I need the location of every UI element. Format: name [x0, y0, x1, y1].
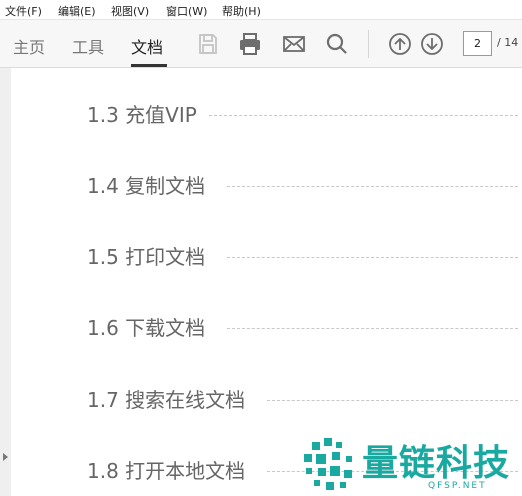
toc-entry[interactable]: 1.5 打印文档: [11, 242, 522, 272]
tab-document[interactable]: 文档: [131, 34, 163, 58]
tab-tools[interactable]: 工具: [72, 34, 104, 58]
active-tab-indicator: [131, 64, 167, 67]
toc-entry[interactable]: 1.6 下载文档: [11, 313, 522, 343]
page-up-icon[interactable]: [388, 32, 412, 56]
toc-entry-text: 1.8 打开本地文档: [87, 456, 250, 486]
toolbar-separator: [368, 30, 369, 58]
expand-panel-arrow-icon[interactable]: [3, 453, 8, 461]
toc-leader: [227, 186, 518, 187]
menu-window[interactable]: 窗口(W): [166, 3, 207, 19]
page-down-icon[interactable]: [420, 32, 444, 56]
page-total: / 14: [497, 36, 519, 49]
toc-leader: [267, 400, 518, 401]
toolbar: 主页 工具 文档 2 / 14: [0, 20, 522, 68]
toc-entry[interactable]: 1.4 复制文档: [11, 171, 522, 201]
side-panel-gutter[interactable]: [0, 68, 11, 496]
search-icon[interactable]: [325, 32, 349, 56]
toc-entry-text: 1.7 搜索在线文档: [87, 385, 250, 415]
watermark-logo: 量链科技 QFSP.NET: [300, 430, 522, 496]
print-icon[interactable]: [238, 32, 262, 56]
menu-bar: 文件(F) 编辑(E) 视图(V) 窗口(W) 帮助(H): [0, 0, 522, 20]
menu-file[interactable]: 文件(F): [5, 3, 42, 19]
toc-entry[interactable]: 1.3 充值VIP: [11, 100, 522, 130]
toc-entry-text: 1.4 复制文档: [87, 171, 210, 201]
save-icon[interactable]: [196, 32, 220, 56]
toc-leader: [227, 328, 518, 329]
menu-edit[interactable]: 编辑(E): [58, 3, 96, 19]
toc-leader: [209, 115, 518, 116]
toc-entry-text: 1.5 打印文档: [87, 242, 210, 272]
email-icon[interactable]: [282, 32, 306, 56]
watermark-title: 量链科技: [362, 443, 511, 484]
toc-leader: [227, 257, 518, 258]
toc-entry[interactable]: 1.7 搜索在线文档: [11, 385, 522, 415]
watermark-mark-icon: [304, 438, 352, 490]
toc-entry-text: 1.3 充值VIP: [87, 100, 201, 130]
toc-entry-text: 1.6 下载文档: [87, 313, 210, 343]
tab-home[interactable]: 主页: [13, 34, 45, 58]
menu-help[interactable]: 帮助(H): [222, 3, 261, 19]
page-number-input[interactable]: 2: [463, 31, 492, 56]
watermark-subtitle: QFSP.NET: [428, 481, 487, 491]
menu-view[interactable]: 视图(V): [111, 3, 149, 19]
